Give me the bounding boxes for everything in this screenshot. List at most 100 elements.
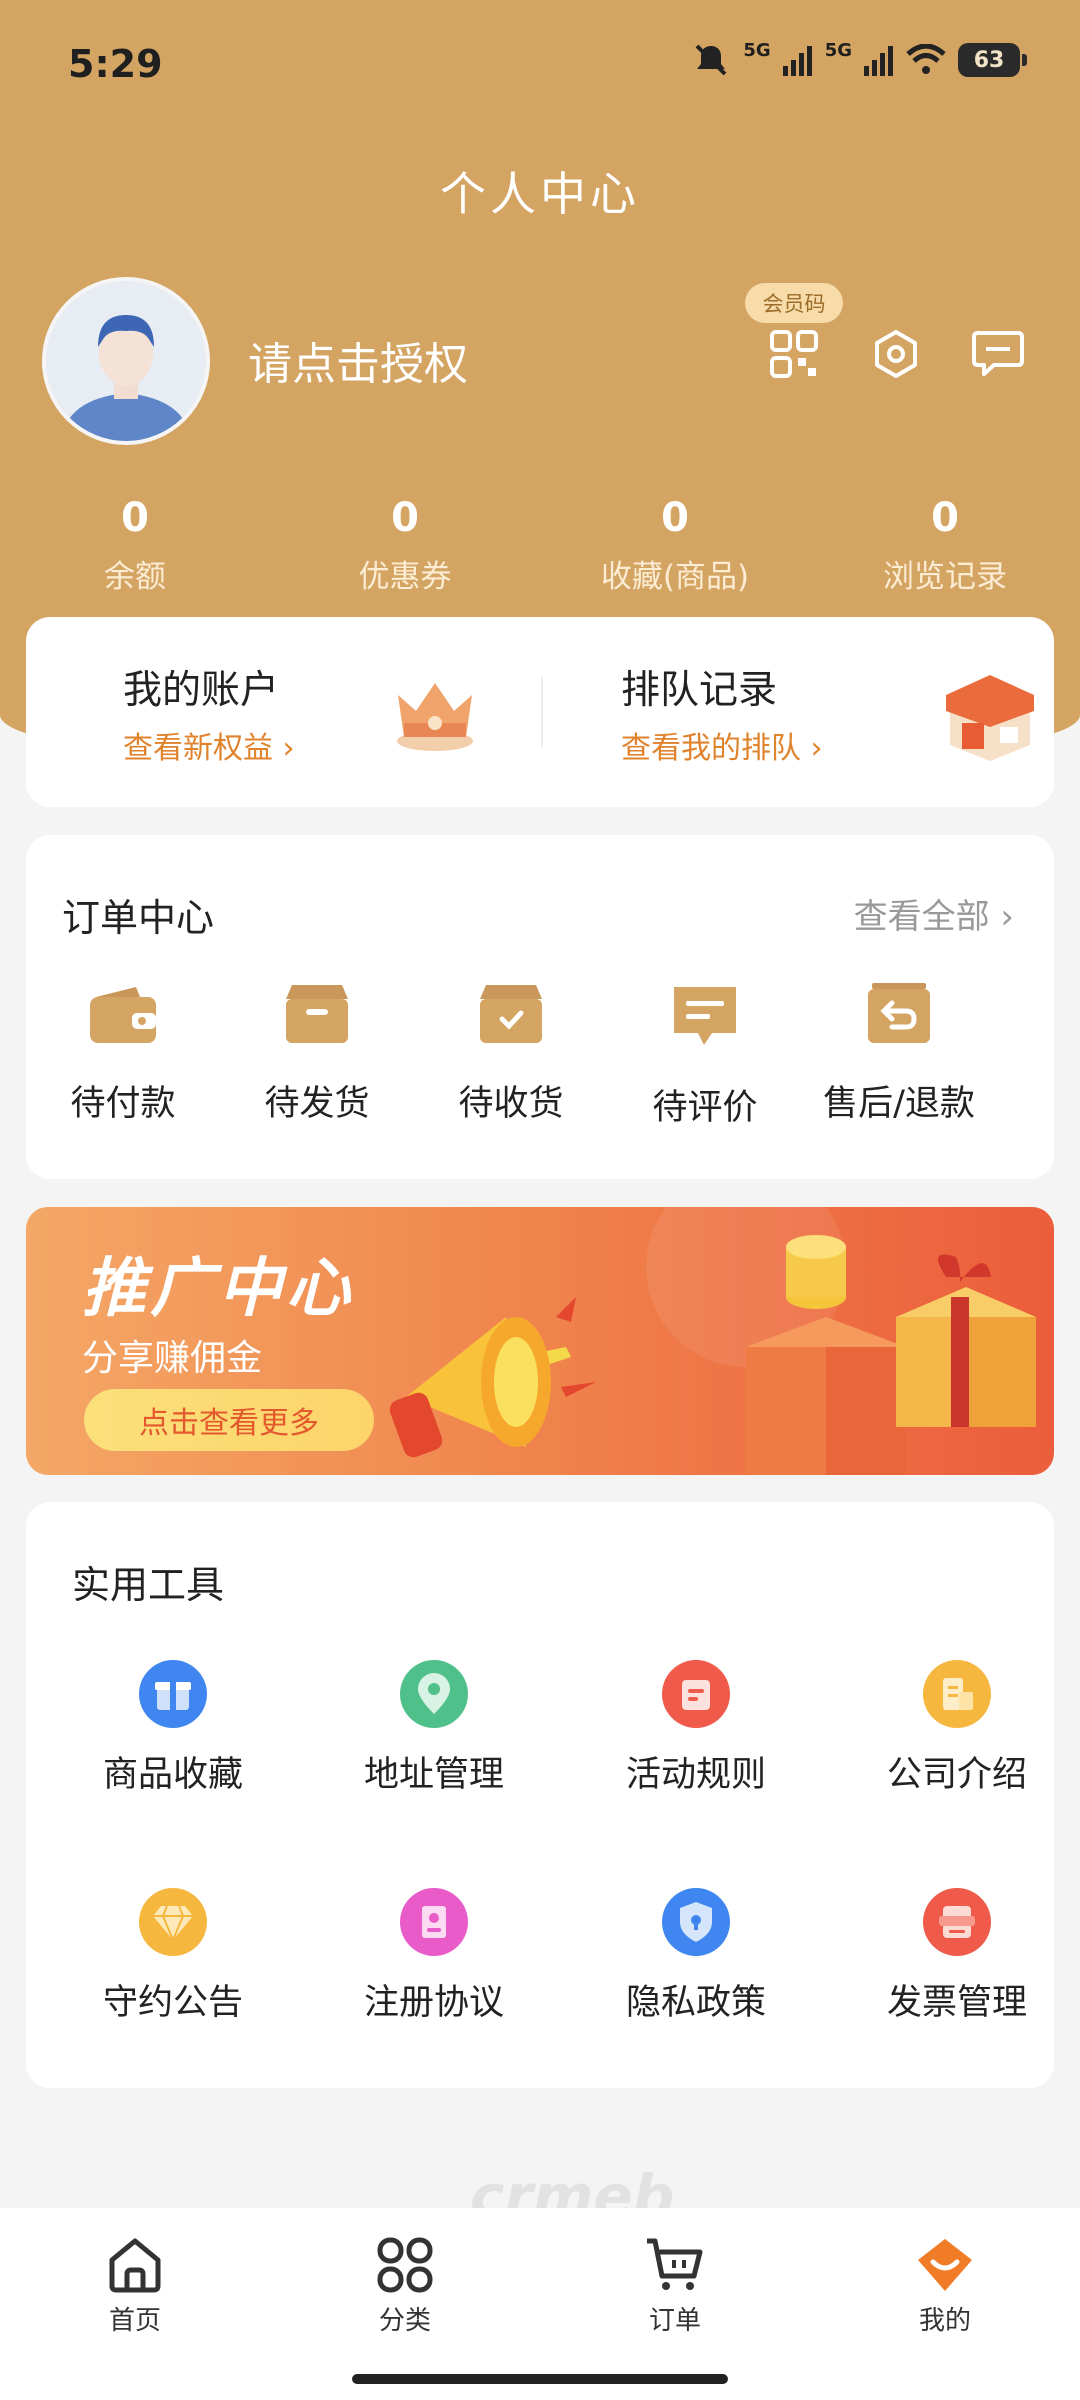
box-icon: [286, 985, 348, 1043]
mute-icon: [695, 44, 727, 76]
shield-lock-icon: [662, 1888, 730, 1956]
home-indicator: [352, 2374, 728, 2384]
queue-record-title: 排队记录: [621, 668, 778, 713]
order-pending-receipt[interactable]: 待收货: [414, 983, 608, 1126]
home-icon: [109, 2238, 161, 2293]
signal-icon: [782, 46, 812, 76]
tool-product-favorites[interactable]: 商品收藏: [43, 1660, 303, 1797]
id-card-icon: [400, 1888, 468, 1956]
user-avatar-icon: [46, 281, 206, 441]
tool-compliance-notice[interactable]: 守约公告: [43, 1888, 303, 2025]
member-code-tag: 会员码: [745, 283, 843, 323]
qr-code-icon: [770, 330, 818, 378]
diamond-icon: [139, 1888, 207, 1956]
order-center-card: 订单中心 查看全部 › 待付款 待发货 待收货 待评价 售后/退款: [26, 835, 1054, 1179]
stat-value: 0: [931, 495, 959, 541]
tab-label: 首页: [108, 2306, 161, 2336]
promotion-banner[interactable]: 推广中心 分享赚佣金 点击查看更多: [26, 1207, 1054, 1475]
tools-title: 实用工具: [72, 1563, 225, 1607]
order-pending-payment[interactable]: 待付款: [26, 983, 220, 1126]
stat-value: 0: [121, 495, 149, 541]
tool-activity-rules[interactable]: 活动规则: [566, 1660, 826, 1797]
wifi-icon: [906, 44, 946, 74]
message-button[interactable]: [970, 326, 1026, 382]
tab-label: 分类: [378, 2306, 431, 2336]
tool-company-intro[interactable]: 公司介绍: [827, 1660, 1080, 1797]
battery-level: 63: [973, 47, 1005, 73]
stat-value: 0: [661, 495, 689, 541]
order-item-label: 待收货: [458, 1084, 564, 1124]
order-item-label: 待付款: [70, 1084, 176, 1124]
tool-label: 发票管理: [886, 1983, 1027, 2023]
settings-hex-icon: [875, 330, 917, 378]
stat-value: 0: [391, 495, 419, 541]
megaphone-icon: [389, 1297, 596, 1458]
tool-address-management[interactable]: 地址管理: [304, 1660, 564, 1797]
stat-history[interactable]: 0 浏览记录: [835, 495, 1055, 596]
status-time: 5:29: [68, 42, 163, 86]
avatar[interactable]: [42, 277, 210, 445]
tab-mine[interactable]: 我的: [845, 2236, 1045, 2337]
order-item-label: 待评价: [652, 1088, 758, 1128]
my-account-title: 我的账户: [123, 668, 280, 713]
shop-icon: [946, 675, 1034, 761]
crown-icon: [397, 683, 473, 751]
my-account-link: 查看新权益 ›: [123, 731, 295, 766]
tool-invoice-management[interactable]: 发票管理: [827, 1888, 1080, 2025]
tab-home[interactable]: 首页: [35, 2236, 235, 2337]
stat-favorites[interactable]: 0 收藏(商品): [565, 495, 785, 596]
tool-label: 隐私政策: [625, 1983, 766, 2023]
order-item-label: 待发货: [264, 1084, 370, 1124]
banner-subtitle: 分享赚佣金: [82, 1338, 263, 1379]
document-icon: [662, 1660, 730, 1728]
network-label-2: 5G: [824, 39, 852, 61]
battery-icon: 63: [958, 43, 1027, 77]
member-code-button[interactable]: [766, 326, 822, 382]
wallet-icon: [90, 987, 156, 1043]
account-card: 我的账户 查看新权益 › 排队记录 查看我的排队 ›: [26, 617, 1054, 807]
stat-balance[interactable]: 0 余额: [25, 495, 245, 596]
status-bar: 5:29 5G 5G 63: [68, 38, 1027, 94]
profile-icon: [918, 2239, 972, 2291]
stat-label: 收藏(商品): [600, 559, 750, 595]
tool-label: 公司介绍: [886, 1755, 1027, 1795]
tab-orders[interactable]: 订单: [575, 2236, 775, 2337]
my-account-entry[interactable]: 我的账户 查看新权益 ›: [26, 617, 541, 807]
building-icon: [923, 1660, 991, 1728]
username-authorize[interactable]: 请点击授权: [248, 328, 468, 392]
tool-label: 地址管理: [363, 1755, 504, 1795]
cart-icon: [647, 2238, 703, 2290]
tools-card: 实用工具 商品收藏 地址管理 活动规则 公司介绍 守约公告 注册协议 隐私政策 …: [26, 1502, 1054, 2088]
signal-icon-2: [864, 46, 893, 76]
view-all-orders-link[interactable]: 查看全部 ›: [854, 889, 1014, 938]
category-icon: [377, 2237, 433, 2293]
tool-registration-agreement[interactable]: 注册协议: [304, 1888, 564, 2025]
tab-category[interactable]: 分类: [305, 2236, 505, 2337]
comment-icon: [674, 987, 736, 1045]
bottom-tab-bar: 首页 分类 订单 我的: [0, 2208, 1080, 2400]
tool-label: 注册协议: [363, 1983, 504, 2023]
order-refund[interactable]: 售后/退款: [802, 983, 996, 1126]
invoice-icon: [923, 1888, 991, 1956]
tool-privacy-policy[interactable]: 隐私政策: [566, 1888, 826, 2025]
order-pending-shipment[interactable]: 待发货: [220, 983, 414, 1126]
network-label-1: 5G: [743, 39, 771, 61]
gift-box-icon: [746, 1235, 1036, 1475]
banner-more-button[interactable]: 点击查看更多: [84, 1389, 374, 1451]
gift-icon: [139, 1660, 207, 1728]
order-pending-review[interactable]: 待评价: [608, 983, 802, 1130]
banner-title: 推广中心: [82, 1252, 354, 1326]
tab-label: 我的: [918, 2306, 971, 2336]
tool-label: 商品收藏: [102, 1755, 243, 1795]
stat-label: 余额: [104, 559, 166, 595]
message-icon: [972, 331, 1024, 376]
settings-button[interactable]: [868, 326, 924, 382]
received-box-icon: [480, 985, 542, 1043]
refund-icon: [868, 983, 930, 1043]
stat-label: 浏览记录: [883, 559, 1007, 595]
page-title: 个人中心: [440, 167, 640, 221]
tool-label: 守约公告: [102, 1983, 243, 2023]
queue-record-entry[interactable]: 排队记录 查看我的排队 ›: [543, 617, 1054, 807]
stat-coupons[interactable]: 0 优惠券: [295, 495, 515, 596]
stat-label: 优惠券: [358, 559, 452, 595]
